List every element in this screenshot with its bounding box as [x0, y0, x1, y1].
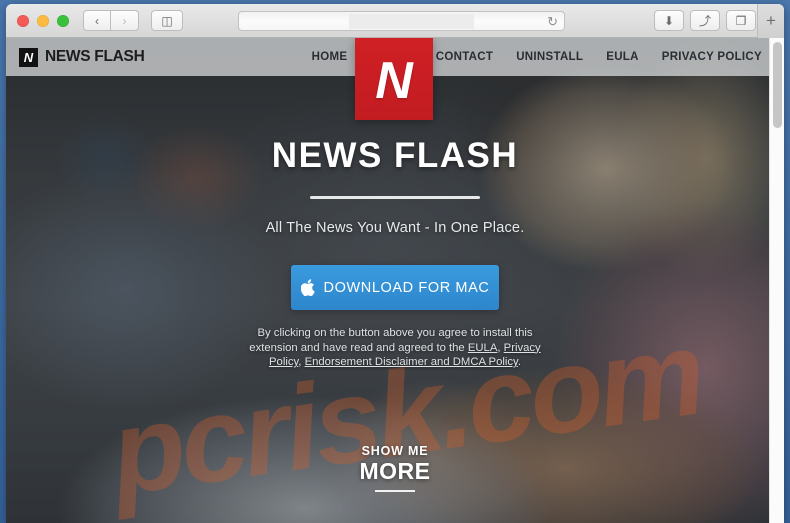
desktop-background: ‹ › ◫ ↻ ⬇ ⤴ ❐ + pcrisk.com N NEWS FLASH … [0, 0, 790, 523]
close-window-button[interactable] [17, 14, 29, 27]
address-bar[interactable]: ↻ [238, 11, 565, 31]
nav-item-privacy-policy[interactable]: PRIVACY POLICY [662, 51, 762, 63]
new-tab-button[interactable]: + [757, 4, 784, 38]
logo-letter-n: N [375, 52, 413, 110]
news-flash-logo-icon: N [19, 47, 38, 67]
disclaimer-link-eula[interactable]: EULA [468, 342, 498, 354]
download-button-label: DOWNLOAD FOR MAC [323, 279, 490, 296]
disclaimer-link-endorsement-dmca[interactable]: Endorsement Disclaimer and DMCA Policy [305, 356, 518, 368]
reload-icon[interactable]: ↻ [547, 15, 558, 28]
disclaimer-suffix: . [517, 356, 521, 368]
show-me-more-prompt[interactable]: SHOW ME MORE [6, 444, 784, 492]
forward-button[interactable]: › [111, 10, 139, 31]
download-for-mac-button[interactable]: DOWNLOAD FOR MAC [291, 265, 499, 310]
page-scrollbar-thumb[interactable] [773, 42, 782, 128]
toolbar-right-buttons: ⬇ ⤴ ❐ [654, 10, 756, 31]
maximize-window-button[interactable] [57, 14, 69, 27]
url-redaction-block [349, 14, 474, 29]
share-icon[interactable]: ⤴ [690, 10, 720, 31]
browser-toolbar: ‹ › ◫ ↻ ⬇ ⤴ ❐ + [6, 4, 784, 38]
show-me-more-line2: MORE [359, 458, 431, 484]
page-scrollbar-track[interactable] [769, 38, 784, 523]
nav-item-uninstall[interactable]: UNINSTALL [516, 51, 583, 63]
hero-divider [310, 196, 480, 199]
nav-item-home[interactable]: HOME [312, 51, 348, 63]
show-me-more-line1: SHOW ME [361, 444, 429, 458]
back-button[interactable]: ‹ [83, 10, 111, 31]
nav-item-contact[interactable]: CONTACT [436, 51, 493, 63]
install-disclaimer: By clicking on the button above you agre… [245, 326, 545, 370]
sidebar-toggle-icon[interactable]: ◫ [151, 10, 183, 31]
hero-tagline: All The News You Want - In One Place. [265, 220, 525, 236]
nav-item-eula[interactable]: EULA [606, 51, 639, 63]
site-brand[interactable]: N NEWS FLASH [19, 47, 145, 67]
navigation-buttons: ‹ › [83, 10, 139, 31]
news-flash-logo-tile: N [355, 38, 433, 120]
minimize-window-button[interactable] [37, 14, 49, 27]
hero-title: NEWS FLASH [271, 136, 519, 175]
page-viewport: pcrisk.com N NEWS FLASH HOME ABOUT CONTA… [6, 38, 784, 523]
safari-browser-window: ‹ › ◫ ↻ ⬇ ⤴ ❐ + pcrisk.com N NEWS FLASH … [6, 4, 784, 523]
apple-icon [300, 279, 315, 296]
show-tabs-icon[interactable]: ❐ [726, 10, 756, 31]
window-controls [17, 14, 69, 27]
downloads-icon[interactable]: ⬇ [654, 10, 684, 31]
show-me-more-rule [375, 490, 415, 492]
brand-name: NEWS FLASH [45, 48, 145, 65]
